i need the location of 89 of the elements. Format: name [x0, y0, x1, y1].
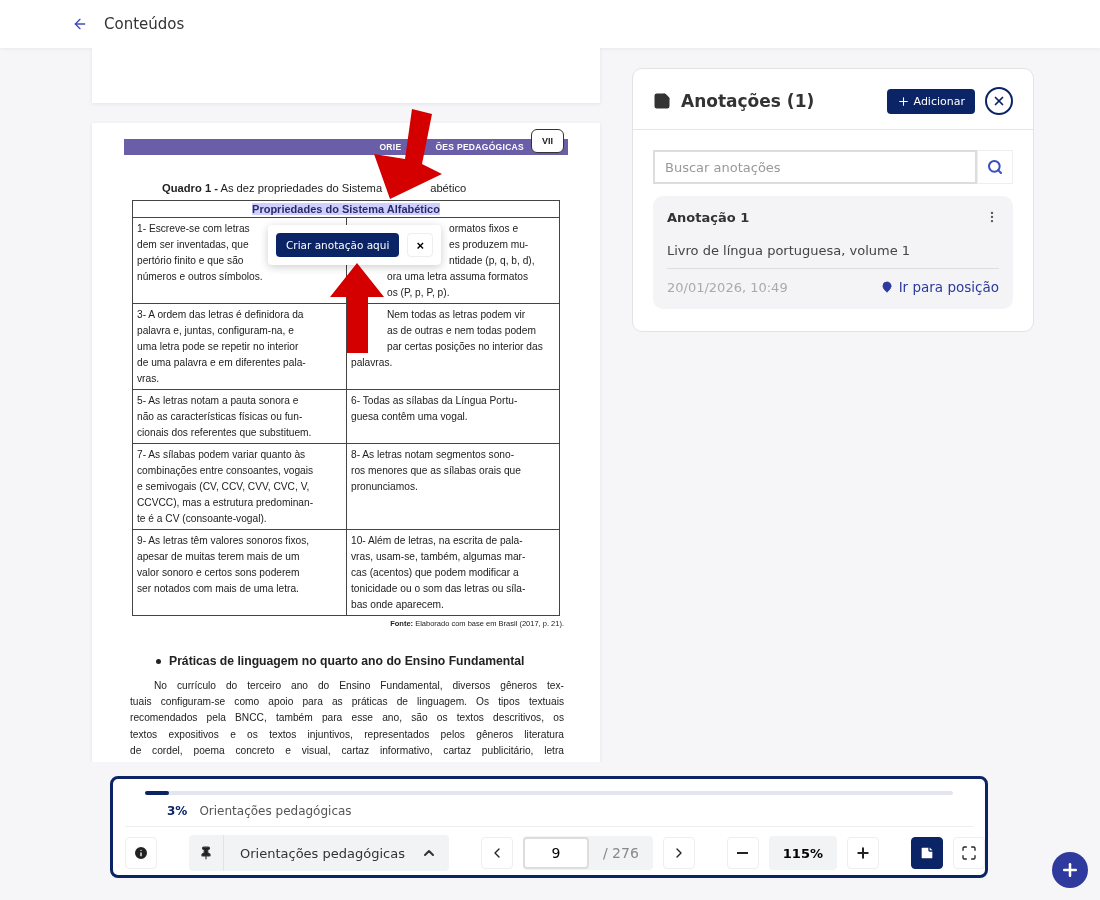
- table-cell-text: e semivogais (CV, CCV, CVV, CVC, V,: [137, 480, 310, 494]
- info-button[interactable]: [125, 837, 157, 869]
- table-cell-text: 5- As letras notam a pauta sonora e: [137, 394, 299, 408]
- section-heading: Práticas de linguagem no quarto ano do Ensino Fundamental: [169, 654, 525, 668]
- zoom-out-button[interactable]: [726, 837, 759, 869]
- table-cell-text: ser notados com mais de uma letra.: [137, 582, 299, 596]
- table-cell-text: de uma palavra e em diferentes pala-: [137, 356, 306, 370]
- body-paragraph: No currículo do terceiro ano do Ensino Fundamental, diversos gêneros tex- tuais configuram-se como apoio para as práticas de linguagem. Os tipos textuais recomendados pela BNCC, também para esse ano, são os textos descritivos, os textos expositivos e os textos injuntivos, representados pelos gêneros literatura de cordel, poema concreto e visual, cartaz informativo, cartaz publicitário, letra: [130, 679, 564, 758]
- close-button[interactable]: ×: [407, 233, 434, 257]
- page-title: Conteúdos: [104, 15, 185, 33]
- search-icon: [987, 159, 1003, 175]
- table-cell-text: vras, usam-se, também, algumas mar-: [351, 550, 526, 564]
- annotation-text: Livro de língua portuguesa, volume 1: [667, 243, 999, 269]
- table-cell-text: ormatos fixos e: [449, 222, 519, 236]
- next-page-button[interactable]: [662, 837, 695, 869]
- progress-section: Orientações pedagógicas: [199, 804, 352, 818]
- table-cell-text: palavra e, juntas, configuram-na, e: [137, 324, 294, 338]
- plus-icon: [896, 94, 910, 108]
- table-heading: Propriedades do Sistema Alfabético: [252, 203, 440, 215]
- chapter-badge: VII: [531, 129, 564, 153]
- plus-icon: [855, 845, 871, 861]
- table-cell-text: ros menores que as sílabas orais que: [351, 464, 521, 478]
- location-pin-icon: [880, 281, 893, 293]
- table-cell-text: bas onde aparecem.: [351, 598, 444, 612]
- add-button[interactable]: Adicionar: [886, 88, 975, 114]
- go-to-position-link[interactable]: Ir para posição: [880, 279, 999, 295]
- progress-percent: 3%: [167, 804, 188, 818]
- pin-icon: [199, 846, 213, 860]
- annotation-date: 20/01/2026, 10:49: [667, 279, 788, 295]
- fullscreen-icon: [961, 845, 977, 861]
- table-cell-text: não as características físicas ou fun-: [137, 410, 303, 424]
- minus-icon: [737, 851, 749, 855]
- table-cell-text: vras.: [137, 372, 160, 386]
- plus-icon: [1060, 860, 1080, 880]
- notes-toggle-button[interactable]: [911, 837, 943, 869]
- table-cell-text: 6- Todas as sílabas da Língua Portu-: [351, 394, 518, 408]
- note-icon: [919, 845, 935, 861]
- table-cell-text: es produzem mu-: [449, 238, 529, 252]
- table-cell-text: guesa contêm uma vogal.: [351, 410, 468, 424]
- zoom-level: 115%: [768, 836, 837, 870]
- table-cell-text: dem ser inventadas, que: [137, 238, 249, 252]
- annotation-title: Anotação 1: [667, 210, 750, 225]
- section-select[interactable]: Orientações pedagógicas: [189, 835, 449, 871]
- banner-text: ORIE: [379, 142, 402, 152]
- info-icon: [133, 845, 149, 861]
- close-button[interactable]: [985, 87, 1013, 115]
- page-total: / 276: [601, 845, 640, 861]
- table-cell-text: cionais dos referentes que substituem.: [137, 426, 312, 440]
- table-cell-text: 9- As letras têm valores sonoros fixos,: [137, 534, 310, 548]
- table-cell-text: 7- As sílabas podem variar quanto às: [137, 448, 306, 462]
- search-field[interactable]: Buscar anotações: [653, 150, 977, 184]
- table-caption: Quadro 1 - As dez propriedades do Sistema: [162, 182, 383, 194]
- table-cell-text: pronunciamos.: [351, 480, 418, 494]
- table-cell-text: uma letra pode se repetir no interior: [137, 340, 299, 354]
- table-cell-text: par certas posições no interior das: [387, 340, 543, 354]
- table-cell-text: CCVCC), mas a estrutura predominan-: [137, 496, 314, 510]
- create-annotation-button[interactable]: Criar anotação aqui: [276, 233, 400, 257]
- close-icon: [992, 94, 1006, 108]
- table-cell-text: números e outros símbolos.: [137, 270, 263, 284]
- page-field[interactable]: 9: [522, 837, 589, 869]
- table-cell-text: 1- Escreve-se com letras: [137, 222, 250, 236]
- table-cell-text: ntidade (p, q, b, d),: [449, 254, 535, 268]
- note-icon: [653, 92, 671, 110]
- fullscreen-button[interactable]: [953, 837, 985, 869]
- table-cell-text: combinações entre consoantes, vogais: [137, 464, 314, 478]
- table-cell-text: valor sonoro e certos sons poderem: [137, 566, 300, 580]
- add-button[interactable]: [1052, 852, 1088, 888]
- table-cell-text: te é a CV (consoante-vogal).: [137, 512, 267, 526]
- table-cell-text: tonicidade ou o som das letras ou síla-: [351, 582, 526, 596]
- search-button[interactable]: [977, 150, 1013, 184]
- table-cell-text: cas (acentos) que podem modificar a: [351, 566, 519, 580]
- previous-page-button[interactable]: [480, 837, 513, 869]
- table-cell-text: 10- Além de letras, na escrita de pala-: [351, 534, 523, 548]
- table-cell-text: apesar de muitas terem mais de um: [137, 550, 300, 564]
- table-cell-text: Nem todas as letras podem vir: [387, 308, 526, 322]
- zoom-in-button[interactable]: [847, 837, 879, 869]
- back-icon[interactable]: [72, 16, 88, 32]
- table-cell-text: as de outras e nem todas podem: [387, 324, 536, 338]
- table-cell-text: os (P, p, P, p).: [387, 286, 450, 300]
- arrow-icon: [330, 263, 384, 353]
- banner-text: ÕES PEDAGÓGICAS: [435, 142, 524, 152]
- table-cell-text: palavras.: [351, 356, 393, 370]
- table-cell-text: 3- A ordem das letras é definidora da: [137, 308, 304, 322]
- table-cell-text: ora uma letra assuma formatos: [387, 270, 528, 284]
- table-cell-text: 8- As letras notam segmentos sono-: [351, 448, 515, 462]
- panel-title: Anotações (1): [681, 91, 816, 111]
- table-caption: abético: [430, 182, 467, 194]
- bullet-icon: [156, 658, 161, 664]
- table-cell-text: pertório finito e que são: [137, 254, 244, 268]
